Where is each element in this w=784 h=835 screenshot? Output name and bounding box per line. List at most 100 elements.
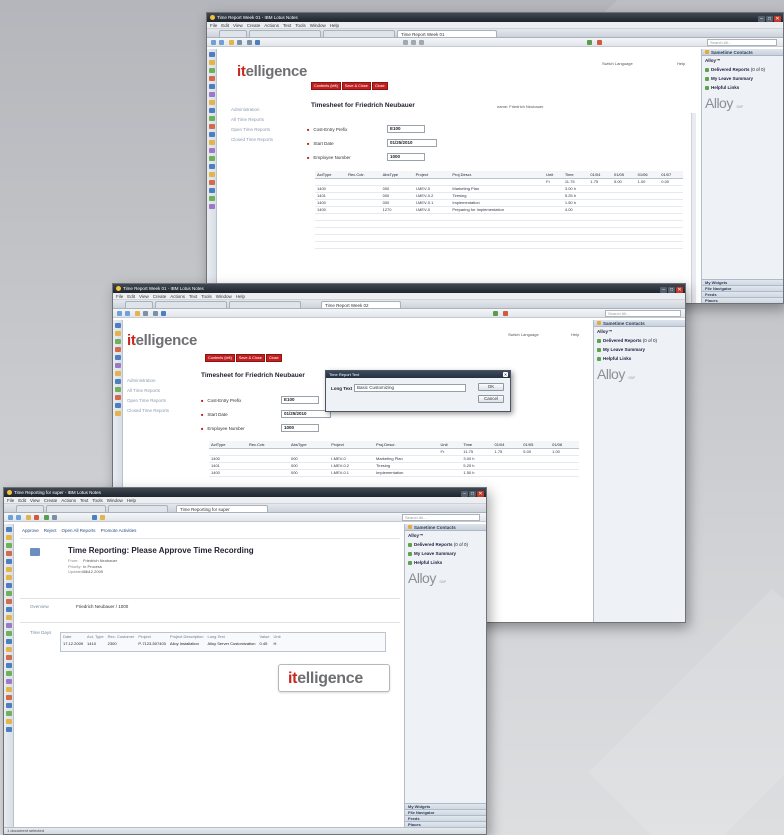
nav-all-time-reports[interactable]: All Time Reports [231,115,273,125]
cell[interactable] [346,199,381,207]
menu-view[interactable]: View [30,498,40,503]
close-doc-button[interactable]: Close [265,354,282,362]
menu-file[interactable]: File [210,23,217,28]
app-icon[interactable] [6,703,12,708]
title-bar[interactable]: Time Reporting for super - IBM Lotus Not… [4,488,486,497]
forward-icon[interactable] [125,311,130,316]
table-row[interactable] [315,241,683,249]
menu-edit[interactable]: Edit [221,23,229,28]
app-icon[interactable] [6,695,12,700]
back-icon[interactable] [8,515,13,520]
cell[interactable]: 1400 [315,206,347,214]
cell[interactable]: 1401 [315,192,347,200]
menu-file[interactable]: File [116,294,123,299]
activities-icon[interactable] [209,108,215,113]
tab-inactive[interactable] [323,30,395,37]
app-icon[interactable] [209,164,215,169]
edit-icon[interactable] [255,40,260,45]
sidebar-item-delivered-reports[interactable]: Delivered Reports (0 of 0) [405,540,486,549]
menu-create[interactable]: Create [153,294,167,299]
open-list-icon[interactable] [209,52,215,57]
app-icon[interactable] [209,204,215,209]
spell-icon[interactable] [587,40,592,45]
cell[interactable]: 5.25 h [461,462,493,470]
open-list-icon[interactable] [115,323,121,328]
help-link[interactable]: Help [571,332,579,337]
notebook-icon[interactable] [209,92,215,97]
menu-help[interactable]: Help [236,294,245,299]
nav-administration[interactable]: Administration [231,105,273,115]
tab-home[interactable] [219,30,247,37]
calendar-icon[interactable] [209,68,215,73]
tab-home[interactable] [125,301,153,308]
table-row[interactable] [315,220,683,228]
menu-text[interactable]: Text [283,23,291,28]
calendar-icon[interactable] [115,339,121,344]
menu-actions[interactable]: Actions [61,498,76,503]
app-icon[interactable] [209,196,215,201]
open-all-reports-button[interactable]: Open All Reports [62,528,96,533]
nav-open-time-reports[interactable]: Open Time Reports [127,396,169,406]
app-icon[interactable] [6,615,12,620]
cell[interactable] [346,206,381,214]
underline-icon[interactable] [419,40,424,45]
employee-number-field[interactable]: 1000 [387,153,425,161]
menu-actions[interactable]: Actions [170,294,185,299]
table-row[interactable]: 1401 000 I-MEV-0.2 Tiresing 5.25 h [315,192,683,200]
menu-tools[interactable]: Tools [92,498,103,503]
menu-view[interactable]: View [139,294,149,299]
sidebar-header[interactable]: Sametime Contacts [594,320,685,327]
cell[interactable]: I-MEV-0.1 [329,469,375,477]
app-icon[interactable] [209,148,215,153]
cell[interactable]: 3.00 h [461,455,493,463]
app-icon[interactable] [6,727,12,732]
nav-closed-time-reports[interactable]: Closed Time Reports [127,406,169,416]
print-icon[interactable] [143,311,148,316]
app-icon[interactable] [6,719,12,724]
cell[interactable]: I-MEV-0 [413,185,451,193]
menu-edit[interactable]: Edit [18,498,26,503]
app-icon[interactable] [6,639,12,644]
todo-icon[interactable] [6,559,12,564]
long-text-input[interactable]: Basic Customizing [354,384,466,392]
nav-administration[interactable]: Administration [127,376,169,386]
sidebar-item-helpful-links[interactable]: Helpful Links [594,354,685,363]
sidebar-header[interactable]: Sametime Contacts [405,524,486,531]
menu-create[interactable]: Create [247,23,261,28]
app-icon[interactable] [209,124,215,129]
cell[interactable]: 1400 [315,185,347,193]
menu-help[interactable]: Help [330,23,339,28]
cell[interactable]: 000 [288,455,330,463]
cell[interactable]: 1401 [209,462,247,470]
spell-icon[interactable] [493,311,498,316]
tab-inactive[interactable] [229,301,301,308]
app-icon[interactable] [115,395,121,400]
folder-icon[interactable] [135,311,140,316]
todo-icon[interactable] [209,84,215,89]
maximize-button[interactable]: □ [668,287,675,293]
app-icon[interactable] [209,188,215,193]
table-row[interactable]: 1400 000 I-MEV-0.1 Implementation 1.50 h [315,199,683,207]
search-input[interactable]: Search All... [707,39,777,46]
contents-button[interactable]: Contents (left) [205,354,235,362]
refresh-icon[interactable] [503,311,508,316]
sidebar-header[interactable]: Sametime Contacts [702,49,783,56]
nav-closed-time-reports[interactable]: Closed Time Reports [231,135,273,145]
sidebar-item-leave-summary[interactable]: My Leave Summary [405,549,486,558]
ok-button[interactable]: OK [478,383,504,391]
open-list-icon[interactable] [6,527,12,532]
folder-icon[interactable] [26,515,31,520]
cell[interactable]: I-MEV-0 [329,455,375,463]
sidebar-item-leave-summary[interactable]: My Leave Summary [702,74,783,83]
window-time-reporting[interactable]: Time Reporting for super - IBM Lotus Not… [3,487,487,835]
employee-number-field[interactable]: 1000 [281,424,319,432]
forward-icon[interactable] [16,515,21,520]
cancel-button[interactable]: Cancel [478,395,504,403]
cell[interactable] [346,192,381,200]
close-button[interactable]: ✕ [676,287,683,293]
table-row[interactable]: 1400 000 I-MEV-0.1 Implementation 1.50 h [209,469,579,477]
app-icon[interactable] [6,591,12,596]
maximize-button[interactable]: □ [469,491,476,497]
forward-mail-icon[interactable] [44,515,49,520]
tab-active[interactable]: Time Report Week 01 [397,30,497,37]
